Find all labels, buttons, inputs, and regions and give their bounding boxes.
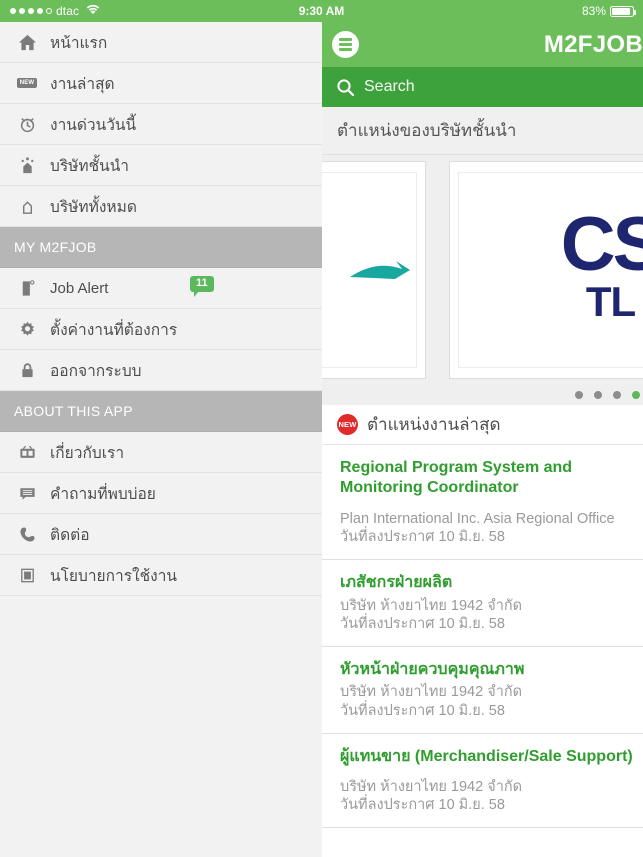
sidebar-item-label: ออกจากระบบ [50,362,142,380]
job-alert-badge: 11 [190,276,214,297]
sidebar-item-label: ตั้งค่างานที่ต้องการ [50,321,178,339]
featured-building-icon [14,156,40,175]
navigation-drawer: หน้าแรก NEW งานล่าสุด งานด่วนวันนี้ บริษ… [0,22,322,857]
sidebar-item-label: หน้าแรก [50,34,108,52]
app-screen: M2FJOB Search ตำแหน่งของบริษัทชั้นนำ C T… [0,0,643,857]
featured-section-title: ตำแหน่งของบริษัทชั้นนำ [322,107,643,155]
job-title: เภสัชกรฝ่ายผลิต [340,574,453,592]
policy-book-icon [14,566,40,585]
carousel-track: CS TL [322,155,643,379]
job-company: บริษัท ห้างยาไทย 1942 จำกัด [340,597,523,614]
carousel-card[interactable]: CS TL [449,161,643,379]
sidebar-item-label: บริษัททั้งหมด [50,198,137,216]
card-inner [322,172,417,368]
app-bar: M2FJOB [322,22,643,67]
home-icon [14,33,40,52]
job-list-item[interactable]: Regional Program System and Monitoring C… [322,445,643,561]
sidebar-item-label: งานด่วนวันนี้ [50,116,137,134]
sidebar-item-job-alert[interactable]: Job Alert 11 [0,268,322,309]
status-bar-clock: 9:30 AM [298,4,345,18]
featured-companies-carousel[interactable]: CS TL [322,155,643,405]
job-title: ผู้แทนขาย (Merchandiser/Sale Support) [340,747,633,765]
sidebar-item-faq[interactable]: คำถามที่พบบ่อย [0,473,322,514]
logo-mark: CS [560,201,643,287]
info-radio-icon [14,443,40,462]
app-title: M2FJOB [543,30,643,58]
search-icon [336,78,355,97]
sidebar-item-latest-jobs[interactable]: NEW งานล่าสุด [0,63,322,104]
battery-icon [610,5,636,17]
sidebar-item-label: คำถามที่พบบ่อย [50,485,156,503]
alarm-clock-icon [14,115,40,134]
sidebar-item-contact[interactable]: ติดต่อ [0,514,322,555]
building-icon [14,197,40,216]
sidebar-item-label: บริษัทชั้นนำ [50,157,130,175]
sidebar-section-about-this-app: ABOUT THIS APP [0,391,322,432]
hamburger-menu-icon[interactable] [332,31,359,58]
job-date: วันที่ลงประกาศ 10 มิ.ย. 58 [340,529,505,546]
job-date: วันที่ลงประกาศ 10 มิ.ย. 58 [340,797,505,814]
job-list-item[interactable]: เภสัชกรฝ่ายผลิต บริษัท ห้างยาไทย 1942 จำ… [322,560,643,647]
sidebar-item-home[interactable]: หน้าแรก [0,22,322,63]
carousel-card[interactable] [322,161,426,379]
sidebar-item-label: นโยบายการใช้งาน [50,567,177,585]
status-bar: dtac 9:30 AM 83% [0,0,643,22]
teal-swoosh-logo [322,225,410,315]
main-content-panel: M2FJOB Search ตำแหน่งของบริษัทชั้นนำ C T… [322,22,643,857]
speech-bubble-icon [14,484,40,503]
pager-dot[interactable] [613,391,621,399]
search-input[interactable]: Search [364,78,415,96]
document-alert-icon [14,279,40,298]
job-company: บริษัท ห้างยาไทย 1942 จำกัด [340,684,523,701]
search-bar[interactable]: Search [322,67,643,107]
sidebar-item-logout[interactable]: ออกจากระบบ [0,350,322,391]
sidebar-item-featured-companies[interactable]: บริษัทชั้นนำ [0,145,322,186]
new-tag-icon: NEW [14,78,40,88]
job-date: วันที่ลงประกาศ 10 มิ.ย. 58 [340,615,505,632]
sidebar-item-usage-policy[interactable]: นโยบายการใช้งาน [0,555,322,596]
job-list-item[interactable]: หัวหน้าฝ่ายควบคุมคุณภาพ บริษัท ห้างยาไทย… [322,646,643,734]
navy-cs-tl-logo: CS TL [560,201,643,326]
job-title: หัวหน้าฝ่ายควบคุมคุณภาพ [340,660,525,678]
pager-dot[interactable] [594,391,602,399]
sidebar-item-label: งานล่าสุด [50,75,115,93]
sidebar-item-label: เกี่ยวกับเรา [50,444,125,462]
job-company: Plan International Inc. Asia Regional Of… [340,510,615,527]
job-list-item[interactable]: ผู้แทนขาย (Merchandiser/Sale Support) บร… [322,733,643,829]
lock-icon [14,361,40,380]
gear-icon [14,320,40,339]
sidebar-item-job-preferences[interactable]: ตั้งค่างานที่ต้องการ [0,309,322,350]
job-company: บริษัท ห้างยาไทย 1942 จำกัด [340,779,523,796]
sidebar-item-label: Job Alert [50,279,109,297]
job-date: วันที่ลงประกาศ 10 มิ.ย. 58 [340,702,505,719]
latest-jobs-header: NEW ตำแหน่งงานล่าสุด [322,405,643,445]
new-badge-icon: NEW [337,414,358,435]
sidebar-item-urgent-jobs[interactable]: งานด่วนวันนี้ [0,104,322,145]
phone-icon [14,525,40,544]
pager-dot[interactable] [575,391,583,399]
sidebar-item-label: ติดต่อ [50,526,90,544]
carousel-pagination[interactable] [575,391,640,399]
pager-dot-active[interactable] [632,391,640,399]
card-inner: CS TL [458,172,643,368]
latest-jobs-title: ตำแหน่งงานล่าสุด [367,415,501,434]
sidebar-item-all-companies[interactable]: บริษัททั้งหมด [0,186,322,227]
logo-wordmark: TL [585,278,636,326]
job-title: Regional Program System and Monitoring C… [340,459,573,497]
sidebar-item-about-us[interactable]: เกี่ยวกับเรา [0,432,322,473]
sidebar-section-my-m2fjob: MY M2FJOB [0,227,322,268]
